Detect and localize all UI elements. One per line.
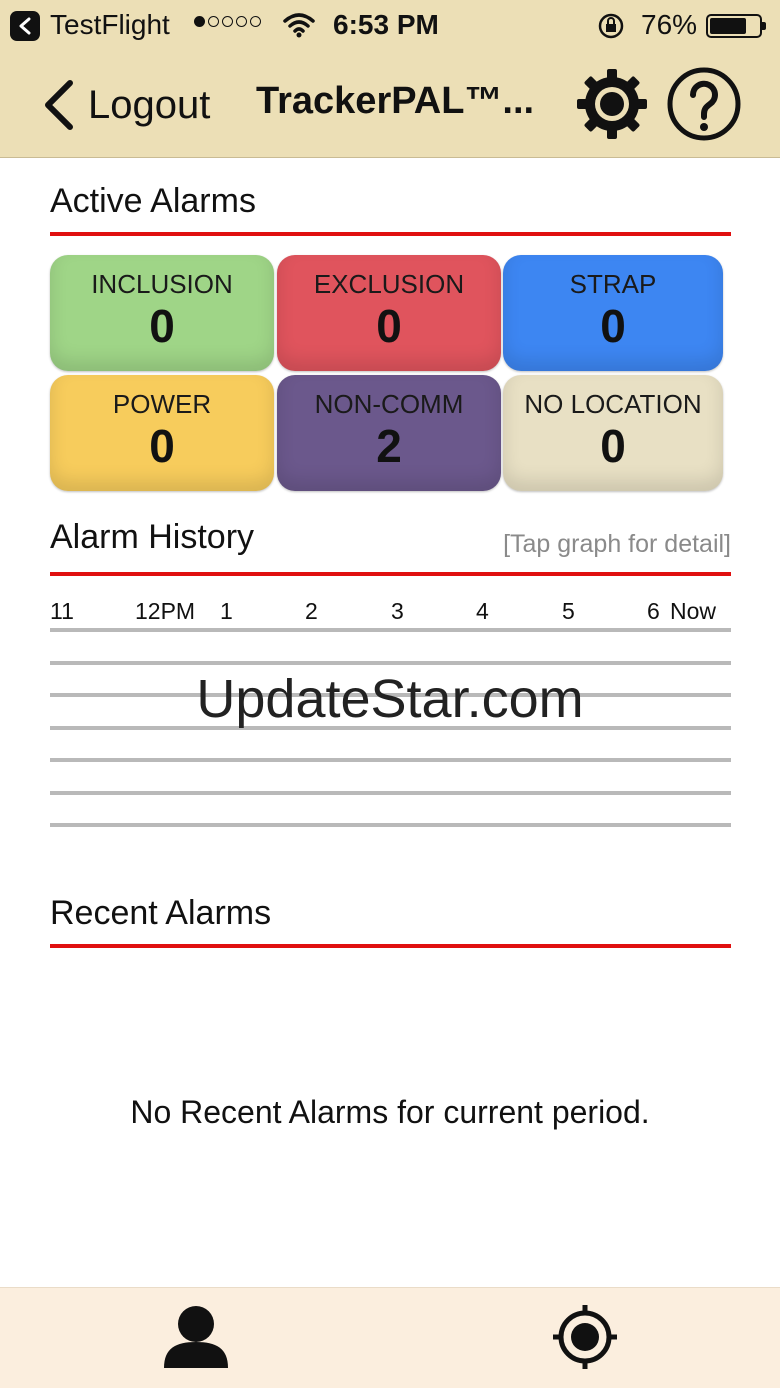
status-bar: TestFlight 6:53 PM 76% <box>0 0 780 52</box>
carrier-name: TestFlight <box>50 9 170 40</box>
graph-row-line <box>50 758 731 762</box>
help-icon[interactable] <box>666 66 742 142</box>
power-tile[interactable]: POWER 0 <box>50 375 274 491</box>
active-alarms-heading: Active Alarms <box>50 182 256 220</box>
hour-label: 4 <box>476 598 489 624</box>
graph-hint: [Tap graph for detail] <box>503 530 731 558</box>
clock: 6:53 PM <box>333 9 439 40</box>
graph-row-line <box>50 661 731 665</box>
exclusion-tile[interactable]: EXCLUSION 0 <box>277 255 501 371</box>
tile-count: 0 <box>149 300 175 352</box>
person-icon[interactable] <box>162 1304 230 1370</box>
tile-label: STRAP <box>569 269 657 299</box>
hour-label: 5 <box>562 598 575 624</box>
rotation-lock-icon <box>598 13 624 39</box>
graph-row-line <box>50 628 731 632</box>
chevron-left-icon <box>45 80 73 130</box>
tile-count: 0 <box>149 420 175 472</box>
tile-label: NO LOCATION <box>524 389 702 419</box>
alarm-history-header: Alarm History [Tap graph for detail] <box>50 518 731 576</box>
empty-recent-alarms-message: No Recent Alarms for current period. <box>130 1094 650 1130</box>
hour-label: 11 <box>50 598 74 624</box>
battery-percent: 76% <box>641 9 698 40</box>
navigation-bar: Logout TrackerPAL™... <box>0 52 780 157</box>
target-icon[interactable] <box>552 1304 618 1370</box>
logout-label: Logout <box>88 82 211 127</box>
hour-label: 6 <box>647 598 660 624</box>
page-title: TrackerPAL™... <box>256 80 535 122</box>
recent-alarms-heading: Recent Alarms <box>50 894 272 932</box>
recent-alarms-header: Recent Alarms <box>50 894 731 948</box>
hour-label: 3 <box>391 598 404 624</box>
watermark: UpdateStar.com <box>196 669 584 729</box>
hour-label: 1 <box>220 598 233 624</box>
signal-strength-icon <box>194 16 261 27</box>
non-comm-tile[interactable]: NON-COMM 2 <box>277 375 501 491</box>
tile-label: INCLUSION <box>91 269 233 299</box>
battery-icon <box>706 14 766 38</box>
inclusion-tile[interactable]: INCLUSION 0 <box>50 255 274 371</box>
hour-label-now: Now <box>670 598 717 624</box>
hour-label: 12PM <box>135 598 196 624</box>
wifi-icon <box>283 13 315 38</box>
settings-gear-icon[interactable] <box>575 67 649 141</box>
alarm-history-heading: Alarm History <box>50 518 255 556</box>
active-alarms-header: Active Alarms <box>50 182 731 236</box>
top-bar: TestFlight 6:53 PM 76% Logout TrackerPAL… <box>0 0 780 158</box>
graph-row-line <box>50 791 731 795</box>
tile-count: 0 <box>600 300 626 352</box>
no-location-tile[interactable]: NO LOCATION 0 <box>503 375 723 491</box>
tile-count: 0 <box>376 300 402 352</box>
tile-label: POWER <box>112 389 212 419</box>
tile-label: NON-COMM <box>314 389 464 419</box>
tab-bar <box>0 1287 780 1388</box>
tile-label: EXCLUSION <box>313 269 465 299</box>
graph-row-line <box>50 823 731 827</box>
tile-count: 2 <box>376 420 402 472</box>
strap-tile[interactable]: STRAP 0 <box>503 255 723 371</box>
tile-count: 0 <box>600 420 626 472</box>
hour-label: 2 <box>305 598 318 624</box>
back-to-app-icon[interactable] <box>10 11 40 41</box>
logout-button[interactable]: Logout <box>42 80 210 130</box>
